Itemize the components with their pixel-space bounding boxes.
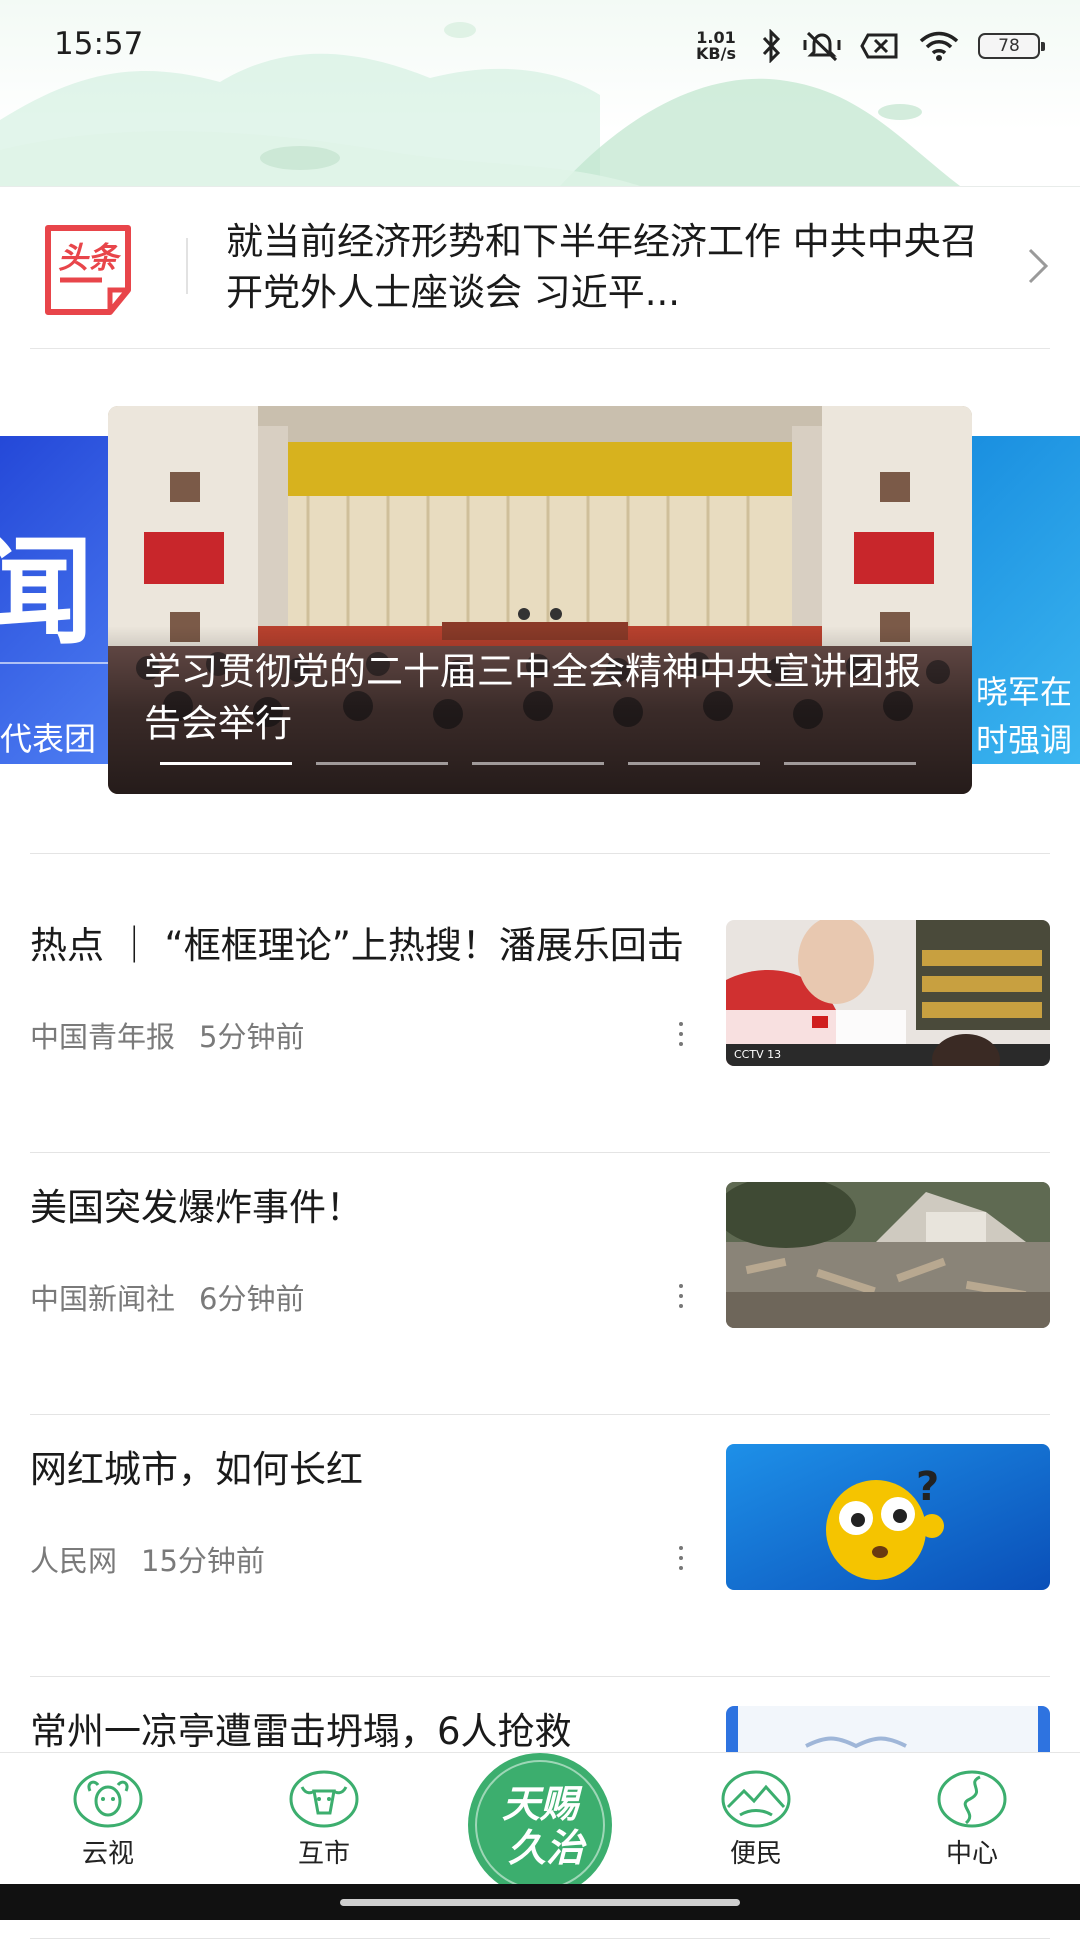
news-title[interactable]: 网红城市，如何长红 (30, 1444, 690, 1496)
center-logo-line2: 久治 (508, 1825, 587, 1870)
news-item[interactable]: 美国突发爆炸事件！ 中国新闻社 6分钟前 (30, 1152, 1050, 1415)
carousel-prev-big-char: 闻 (0, 522, 95, 661)
battery-icon: 78 (978, 33, 1045, 59)
confused-emoji-image[interactable]: ? (726, 1444, 1050, 1590)
center-logo-button[interactable]: 天赐 久治 (466, 1751, 614, 1899)
news-item[interactable]: 热点 ｜ “框框理论”上热搜！潘展乐回击 中国青年报 5分钟前 CCTV 13 (30, 890, 1050, 1153)
network-speed-unit: KB/s (696, 44, 736, 63)
carousel-prev-card[interactable]: 闻 代表团 (0, 436, 108, 764)
news-time: 15分钟前 (141, 1544, 265, 1578)
sheep-icon (73, 1770, 143, 1828)
section-divider (30, 853, 1050, 854)
carousel-prev-rule (0, 662, 108, 664)
carousel-indicator[interactable] (784, 762, 916, 765)
carousel-next-card[interactable]: 晓军在时强调 (972, 436, 1080, 764)
nav-item-zhongxin[interactable]: 中心 (912, 1769, 1032, 1879)
news-title[interactable]: 美国突发爆炸事件！ (30, 1182, 690, 1234)
center-logo-line1: 天赐 (502, 1781, 583, 1826)
carousel-active-title[interactable]: 学习贯彻党的二十届三中全会精神中央宣讲团报告会举行 (144, 646, 934, 750)
news-time: 5分钟前 (199, 1020, 305, 1054)
news-meta: 中国青年报 5分钟前 (30, 1014, 304, 1056)
more-options-icon[interactable] (666, 1538, 696, 1578)
nav-label: 便民 (729, 1839, 782, 1869)
news-carousel[interactable]: 闻 代表团 学习贯彻党的二十届三中全会精神中央宣讲团报告会举行 晓军在时强调 (0, 406, 1080, 796)
mute-vibrate-icon (803, 31, 841, 62)
tianci-jiuzhi-logo: 天赐 久治 (468, 1753, 612, 1897)
nav-label: 中心 (945, 1839, 998, 1869)
more-options-icon[interactable] (666, 1014, 696, 1054)
carousel-prev-caption: 代表团 (0, 720, 97, 758)
winding-road-icon (937, 1770, 1007, 1828)
swimmer-interview-image[interactable]: CCTV 13 (726, 920, 1050, 1066)
news-source: 人民网 (30, 1544, 118, 1578)
nav-label: 云视 (81, 1839, 134, 1869)
carousel-indicators (160, 762, 916, 765)
bottom-navigation: 云视 互市 天赐 久治 便民 中心 (0, 1752, 1080, 1897)
news-title[interactable]: 热点 ｜ “框框理论”上热搜！潘展乐回击 (30, 920, 690, 972)
network-speed: 1.01 KB/s (692, 30, 740, 62)
mountain-road-icon (721, 1770, 791, 1828)
status-icons: 1.01 KB/s 78 (692, 26, 1045, 66)
nav-item-hushi[interactable]: 互市 (264, 1769, 384, 1879)
carousel-next-caption: 晓军在时强调 (976, 673, 1073, 759)
status-bar-header: 15:57 1.01 KB/s 78 (0, 0, 1080, 187)
headline-divider (186, 238, 188, 294)
news-meta: 中国新闻社 6分钟前 (30, 1276, 304, 1318)
status-time: 15:57 (54, 26, 144, 62)
carousel-indicator[interactable] (472, 762, 604, 765)
headline-logo-text: 头条 (58, 241, 122, 276)
news-source: 中国青年报 (30, 1020, 176, 1054)
news-source: 中国新闻社 (30, 1282, 176, 1316)
wifi-icon (919, 31, 959, 61)
carousel-indicator[interactable] (316, 762, 448, 765)
news-meta: 人民网 15分钟前 (30, 1538, 265, 1580)
nav-item-bianmin[interactable]: 便民 (696, 1769, 816, 1879)
explosion-debris-image[interactable] (726, 1182, 1050, 1328)
svg-text:?: ? (916, 1464, 939, 1510)
nav-item-yunshi[interactable]: 云视 (48, 1769, 168, 1879)
toutiao-headline-logo: 头条 (45, 225, 131, 315)
sim-disabled-icon (860, 33, 898, 59)
carousel-indicator[interactable] (628, 762, 760, 765)
thumb-channel-logo: CCTV 13 (734, 1048, 781, 1061)
bluetooth-icon (762, 29, 781, 63)
nav-label: 互市 (297, 1839, 350, 1869)
more-options-icon[interactable] (666, 1276, 696, 1316)
gesture-handle[interactable] (340, 1899, 740, 1906)
carousel-indicator[interactable] (160, 762, 292, 765)
carousel-active-card[interactable]: 学习贯彻党的二十届三中全会精神中央宣讲团报告会举行 (108, 406, 972, 794)
news-item[interactable]: 网红城市，如何长红 人民网 15分钟前 ? (30, 1414, 1050, 1677)
yak-icon (289, 1770, 359, 1828)
chevron-right-icon[interactable] (1026, 246, 1050, 286)
headline-banner[interactable]: 头条 就当前经济形势和下半年经济工作 中共中央召开党外人士座谈会 习近平... (30, 186, 1050, 349)
news-time: 6分钟前 (199, 1282, 305, 1316)
headline-text[interactable]: 就当前经济形势和下半年经济工作 中共中央召开党外人士座谈会 习近平... (226, 216, 1006, 318)
system-gesture-bar (0, 1884, 1080, 1920)
